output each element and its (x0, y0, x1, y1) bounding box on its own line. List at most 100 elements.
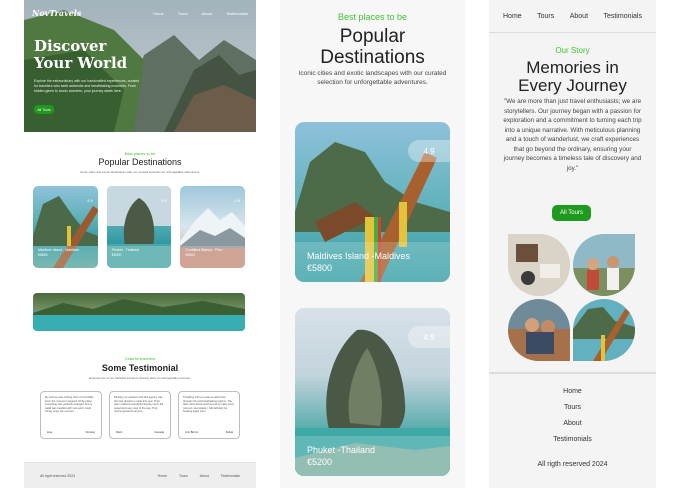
destinations-kicker: Best places to be (124, 151, 156, 156)
destinations-kicker: Best places to be (337, 12, 408, 22)
card-price: €4600 (185, 253, 196, 257)
nav-about[interactable]: About (202, 11, 212, 16)
author-name: Ann Burns (185, 430, 199, 434)
card-caption: Phuket - Thailand €5200 (112, 248, 139, 258)
testimonial-author: Lisa Norway (47, 430, 95, 434)
couple-image (508, 299, 570, 361)
nav-tours[interactable]: Tours (178, 11, 188, 16)
card-caption: Cordillera Blanca - Peru €4600 (185, 248, 222, 258)
testimonial-card: Travelling with you was an adventure thr… (178, 391, 240, 439)
nav-tours[interactable]: Tours (537, 13, 554, 20)
card-rating: 4.9 (408, 140, 450, 162)
footer-link-testimonials[interactable]: Testimonials (221, 474, 240, 478)
author-place: Canada (154, 430, 164, 434)
card-rating: 4.9 (87, 198, 93, 203)
card-rating: 4.9 (408, 326, 450, 348)
author-place: Dubai (225, 430, 233, 434)
footer-links: Home Tours About Testimonials (489, 388, 656, 452)
card-price: €5800 (307, 263, 333, 273)
testimonial-text: Travelling with you was an adventure thr… (183, 396, 235, 414)
story-title: Memories in Every Journey (489, 59, 656, 95)
card-rating: 4.9 (160, 198, 167, 203)
card-caption: Maldives Island - Maldives €5800 (38, 248, 79, 258)
testimonial-cards-row: My journey was nothing short of incredib… (40, 391, 240, 439)
friends-image (573, 234, 635, 296)
testimonial-text: Booking my vacation with this agency was… (114, 396, 164, 414)
footer-link-tours[interactable]: Tours (179, 474, 188, 478)
testimonial-card: Booking my vacation with this agency was… (109, 391, 171, 439)
all-tours-button[interactable]: All Tours (552, 205, 591, 221)
navbar-divider (489, 32, 656, 33)
nav-home[interactable]: Home (153, 11, 164, 16)
nav-about[interactable]: About (570, 13, 588, 20)
hero-title: Discover Your World (34, 38, 154, 72)
mobile-story-panel: Home Tours About Testimonials Our Story … (489, 0, 656, 488)
footer-link-tours[interactable]: Tours (489, 404, 656, 420)
destinations-title: Popular Destinations (280, 26, 465, 68)
testimonial-author: Marc Canada (116, 430, 164, 434)
desktop-footer: All right reserved 2024 Home Tours About… (24, 462, 256, 488)
card-destination-name: Phuket -Thailand (307, 445, 376, 455)
nav-testimonials[interactable]: Testimonials (603, 13, 642, 20)
hero-title-line-2: Your World (34, 54, 128, 72)
author-name: Lisa (47, 430, 53, 434)
footer-copyright: All right reserved 2024 (40, 473, 76, 478)
hero-navbar: NovTravels Home Tours About Testimonials (32, 8, 248, 18)
lake-banner-image (33, 293, 245, 331)
memories-photo-grid (508, 234, 635, 361)
story-kicker: Our Story (555, 46, 590, 55)
card-price: €5200 (111, 253, 122, 257)
destination-cards-row: 4.9 Maldives Island - Maldives €5800 4.9… (33, 186, 246, 268)
testimonials-title: Some Testimonial (101, 363, 179, 373)
story-title-line-1: Memories in (526, 58, 619, 77)
footer-divider (489, 372, 656, 374)
author-place: Norway (85, 430, 95, 434)
hero-section: NovTravels Home Tours About Testimonials… (24, 0, 256, 132)
card-caption: Maldives Island -Maldives €5800 (295, 242, 450, 282)
author-name: Marc (116, 430, 123, 434)
footer-links: Home Tours About Testimonials (158, 474, 240, 478)
nav-home[interactable]: Home (503, 13, 522, 20)
story-title-line-2: Every Journey (518, 76, 627, 95)
lake-scene (33, 299, 245, 331)
story-text: "We are more than just travel enthusiast… (503, 98, 642, 172)
hero-text: Explore the extraordinary with our handc… (34, 79, 140, 93)
nav-testimonials[interactable]: Testimonials (226, 11, 248, 16)
destinations-subtitle: Iconic cities and exotic landscapes with… (298, 70, 447, 86)
destinations-title: Popular Destinations (98, 157, 182, 167)
footer-link-about[interactable]: About (200, 474, 209, 478)
hero-all-tours-button[interactable]: All Tours (34, 105, 54, 114)
destination-card-phuket[interactable]: 4.9 Phuket -Thailand €5200 (295, 308, 450, 476)
footer-link-home[interactable]: Home (158, 474, 167, 478)
photo-maldives-boat (573, 299, 635, 361)
footer-link-about[interactable]: About (489, 420, 656, 436)
photo-couple (508, 299, 570, 361)
destinations-title-line-1: Popular (339, 26, 406, 47)
footer-link-testimonials[interactable]: Testimonials (489, 436, 656, 452)
destinations-title-line-2: Destinations (320, 47, 425, 68)
testimonials-kicker: Grateful travelers (124, 356, 156, 361)
card-caption: Phuket -Thailand €5200 (295, 436, 450, 476)
top-navbar: Home Tours About Testimonials (489, 13, 656, 20)
hero-nav-links: Home Tours About Testimonials (153, 11, 248, 16)
hero-title-line-1: Discover (34, 37, 107, 55)
footer-link-home[interactable]: Home (489, 388, 656, 404)
testimonial-card: My journey was nothing short of incredib… (40, 391, 102, 439)
travel-gear-image (508, 234, 570, 296)
testimonial-author: Ann Burns Dubai (185, 430, 233, 434)
mobile-destinations-panel: Best places to be Popular Destinations I… (280, 0, 465, 488)
maldives-boat-image (573, 299, 635, 361)
card-rating: 4.8 (234, 198, 241, 203)
destination-card-peru[interactable]: 4.8 Cordillera Blanca - Peru €4600 (180, 186, 246, 268)
card-price: €5200 (307, 457, 333, 467)
destination-card-maldives[interactable]: 4.9 Maldives Island -Maldives €5800 (295, 122, 450, 282)
destination-card-phuket[interactable]: 4.9 Phuket - Thailand €5200 (106, 186, 172, 268)
destination-card-maldives[interactable]: 4.9 Maldives Island - Maldives €5800 (33, 186, 98, 268)
card-price: €5800 (38, 253, 48, 257)
brand-logo[interactable]: NovTravels (32, 8, 81, 18)
footer-copyright: All rigth reserved 2024 (537, 461, 608, 468)
photo-travel-gear (508, 234, 570, 296)
testimonials-subtitle: Experiences of our satisfied travelers s… (89, 376, 191, 380)
testimonial-text: My journey was nothing short of incredib… (45, 396, 95, 414)
photo-friends (573, 234, 635, 296)
